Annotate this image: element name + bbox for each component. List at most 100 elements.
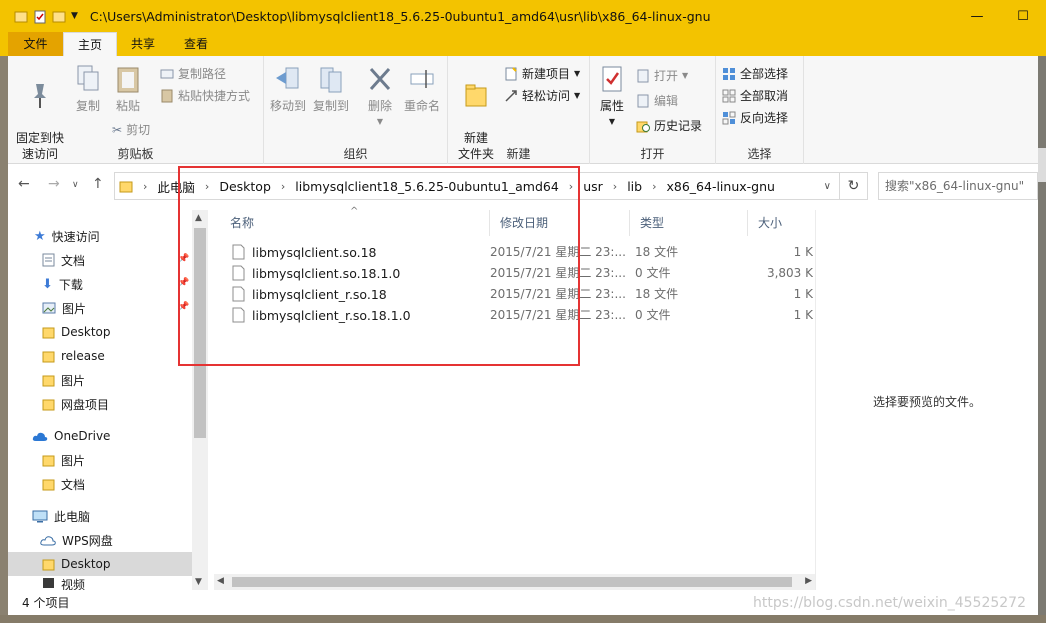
folder-icon xyxy=(42,399,55,410)
open-label: 打开 xyxy=(654,69,679,83)
nav-item-label: 图片 xyxy=(61,373,86,388)
nav-item-wps-netdisk[interactable]: WPS网盘 xyxy=(8,528,192,552)
status-bar: 4 个项目 https://blog.csdn.net/weixin_45525… xyxy=(8,590,1038,615)
nav-item-this-pc-desktop[interactable]: Desktop xyxy=(8,552,192,576)
file-type: 0 文件 xyxy=(635,308,671,322)
nav-item-pictures-folder[interactable]: 图片 xyxy=(8,368,192,392)
breadcrumb-lib[interactable]: lib xyxy=(627,179,642,194)
copy-to-button[interactable]: 复制到 xyxy=(310,64,352,114)
move-to-button[interactable]: 移动到 xyxy=(268,64,308,114)
nav-item-label: release xyxy=(61,349,105,363)
video-icon xyxy=(43,578,54,588)
move-to-icon xyxy=(276,67,299,89)
clipboard-group: 固定到快 速访问 复制 粘贴 复制路径 粘贴快捷方式 ✂ 剪切 剪贴板 xyxy=(8,56,264,164)
forward-button[interactable]: → xyxy=(48,176,60,192)
file-type: 18 文件 xyxy=(635,287,679,301)
scissors-icon: ✂ xyxy=(112,122,123,137)
breadcrumb-usr[interactable]: usr xyxy=(583,179,603,194)
easy-access-button[interactable]: 轻松访问 ▼ xyxy=(504,87,580,104)
copy-to-label: 复制到 xyxy=(312,99,349,113)
open-button[interactable]: 打开 ▼ xyxy=(636,67,688,84)
folder-icon xyxy=(119,181,133,193)
paste-shortcut-icon xyxy=(161,89,173,102)
new-item-button[interactable]: 新建项目 ▼ xyxy=(504,65,580,82)
pin-icon xyxy=(34,84,46,108)
chevron-down-icon: ▼ xyxy=(376,117,384,126)
refresh-button[interactable]: ↻ xyxy=(840,172,868,200)
breadcrumb-separator[interactable]: › xyxy=(652,180,656,193)
paste-shortcut-button[interactable]: 粘贴快捷方式 xyxy=(160,87,250,104)
nav-item-documents[interactable]: 文档 xyxy=(8,248,192,272)
scroll-right-icon[interactable]: ▶ xyxy=(805,576,812,586)
window-frame-bottom xyxy=(0,615,1046,623)
search-input[interactable]: 搜索"x86_64-linux-gnu" xyxy=(878,172,1038,200)
customize-toolbar-icon[interactable]: ▼ xyxy=(71,11,78,21)
nav-item-onedrive[interactable]: OneDrive xyxy=(8,424,192,448)
folder-icon xyxy=(42,351,55,362)
breadcrumb-x86-64-linux-gnu[interactable]: x86_64-linux-gnu xyxy=(666,179,774,194)
copy-path-button[interactable]: 复制路径 xyxy=(160,65,226,82)
nav-item-desktop[interactable]: Desktop xyxy=(8,320,192,344)
back-button[interactable]: ← xyxy=(18,176,30,192)
maximize-button[interactable]: ☐ xyxy=(1000,0,1046,32)
column-header-type[interactable]: 类型 xyxy=(630,210,748,236)
address-dropdown-icon[interactable]: ∨ xyxy=(824,181,831,192)
file-size: 1 K xyxy=(793,287,813,301)
up-button[interactable]: ↑ xyxy=(92,176,104,192)
select-none-button[interactable]: 全部取消 xyxy=(722,87,788,104)
nav-item-pictures[interactable]: 图片 xyxy=(8,296,192,320)
copy-path-label: 复制路径 xyxy=(178,67,227,81)
chevron-down-icon: ▼ xyxy=(608,117,616,126)
tab-file[interactable]: 文件 xyxy=(8,32,63,56)
folder-icon xyxy=(42,559,55,570)
cut-button[interactable]: ✂ 剪切 xyxy=(112,121,150,138)
nav-item-videos[interactable]: 视频 xyxy=(8,576,192,590)
nav-item-quick-access[interactable]: ★ 快速访问 xyxy=(8,224,192,248)
organize-group-label: 组织 xyxy=(343,147,368,161)
chevron-down-icon: ▼ xyxy=(574,91,581,100)
ribbon-scroll-thumb[interactable] xyxy=(1038,148,1046,182)
nav-item-onedrive-pictures[interactable]: 图片 xyxy=(8,448,192,472)
scroll-thumb[interactable] xyxy=(232,577,792,587)
horizontal-scrollbar[interactable]: ◀ ▶ xyxy=(214,574,815,590)
history-icon xyxy=(636,121,650,132)
nav-item-onedrive-documents[interactable]: 文档 xyxy=(8,472,192,496)
tab-view[interactable]: 查看 xyxy=(169,32,223,56)
new-folder-icon[interactable] xyxy=(52,9,66,24)
tab-share[interactable]: 共享 xyxy=(117,32,169,56)
select-group: 全部选择 全部取消 反向选择 选择 xyxy=(716,56,804,164)
rename-button[interactable]: 重命名 xyxy=(402,64,442,114)
properties-button[interactable]: 属性 ▼ xyxy=(594,64,630,130)
select-all-label: 全部选择 xyxy=(740,67,789,81)
scroll-left-icon[interactable]: ◀ xyxy=(217,576,224,586)
edit-button[interactable]: 编辑 xyxy=(636,92,678,109)
nav-item-netdisk-projects[interactable]: 网盘项目 xyxy=(8,392,192,416)
delete-button[interactable]: 删除 ▼ xyxy=(362,64,398,130)
select-all-button[interactable]: 全部选择 xyxy=(722,65,788,82)
nav-item-label: Desktop xyxy=(61,325,111,339)
select-none-icon xyxy=(722,89,736,102)
tab-home[interactable]: 主页 xyxy=(63,32,117,56)
nav-item-downloads[interactable]: ⬇ 下载 xyxy=(8,272,192,296)
properties-icon xyxy=(602,66,622,92)
paste-button[interactable]: 粘贴 xyxy=(110,64,146,114)
breadcrumb-separator[interactable]: › xyxy=(613,180,617,193)
copy-button[interactable]: 复制 xyxy=(70,64,106,114)
history-button[interactable]: 历史记录 xyxy=(636,117,702,134)
folder-icon xyxy=(42,479,55,490)
paste-label: 粘贴 xyxy=(115,99,140,113)
window-frame-left xyxy=(0,56,8,623)
recent-locations-button[interactable]: ∨ xyxy=(72,180,79,190)
breadcrumb-separator[interactable]: › xyxy=(143,180,147,193)
nav-item-label: 图片 xyxy=(62,301,87,316)
scroll-down-icon[interactable]: ▼ xyxy=(195,577,202,587)
invert-selection-button[interactable]: 反向选择 xyxy=(722,109,788,126)
highlight-box xyxy=(178,166,580,366)
nav-item-this-pc[interactable]: 此电脑 xyxy=(8,504,192,528)
select-none-label: 全部取消 xyxy=(740,89,789,103)
nav-item-release[interactable]: release xyxy=(8,344,192,368)
properties-icon[interactable] xyxy=(33,9,47,24)
new-item-icon xyxy=(505,66,517,80)
minimize-button[interactable]: — xyxy=(954,0,1000,32)
column-header-size[interactable]: 大小 xyxy=(748,210,815,236)
